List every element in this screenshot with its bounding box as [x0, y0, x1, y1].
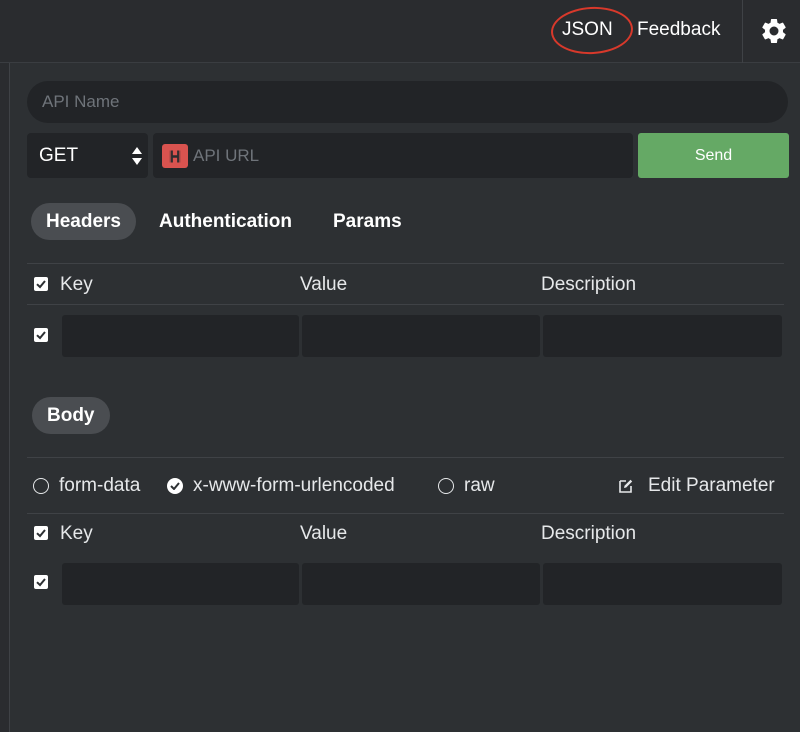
radio-label: raw — [464, 475, 495, 496]
h-badge-icon — [162, 144, 188, 168]
body-description-input[interactable] — [543, 563, 782, 605]
radio-checked-icon — [167, 478, 183, 494]
radio-label: form-data — [59, 475, 141, 496]
radio-raw[interactable]: raw — [438, 474, 495, 498]
body-key-input[interactable] — [62, 563, 299, 605]
left-rail — [0, 63, 10, 732]
radio-label: x-www-form-urlencoded — [193, 475, 395, 496]
header-key-input[interactable] — [62, 315, 299, 357]
header-value-input[interactable] — [302, 315, 540, 357]
api-url-input[interactable] — [193, 133, 623, 178]
url-field[interactable] — [153, 133, 633, 178]
select-all-checkbox[interactable] — [34, 526, 48, 540]
column-value: Value — [300, 523, 348, 544]
header-description-input[interactable] — [543, 315, 782, 357]
radio-unchecked-icon — [438, 478, 454, 494]
select-arrows-icon — [132, 147, 142, 165]
divider — [27, 513, 784, 514]
radio-unchecked-icon — [33, 478, 49, 494]
divider — [27, 304, 784, 305]
feedback-button[interactable]: Feedback — [637, 17, 720, 43]
column-description: Description — [541, 523, 637, 544]
row-checkbox[interactable] — [34, 328, 48, 342]
top-bar: JSON Feedback — [0, 0, 800, 63]
edit-icon — [619, 479, 633, 493]
send-button[interactable]: Send — [638, 133, 789, 178]
select-all-checkbox[interactable] — [34, 277, 48, 291]
json-button[interactable]: JSON — [562, 17, 613, 43]
row-checkbox[interactable] — [34, 575, 48, 589]
column-key: Key — [60, 523, 93, 544]
tab-authentication[interactable]: Authentication — [159, 203, 292, 240]
edit-parameter-button[interactable]: Edit Parameter — [618, 474, 775, 498]
method-value: GET — [39, 145, 79, 166]
radio-form-data[interactable]: form-data — [33, 474, 140, 498]
method-select[interactable]: GET — [27, 133, 148, 178]
body-value-input[interactable] — [302, 563, 540, 605]
edit-parameter-label: Edit Parameter — [648, 475, 775, 496]
column-key: Key — [60, 274, 93, 295]
tab-headers[interactable]: Headers — [31, 203, 136, 240]
gear-icon[interactable] — [759, 16, 789, 46]
column-description: Description — [541, 274, 637, 295]
column-value: Value — [300, 274, 348, 295]
topbar-divider — [742, 0, 743, 63]
radio-x-www-form-urlencoded[interactable]: x-www-form-urlencoded — [167, 474, 395, 498]
tab-params[interactable]: Params — [333, 203, 402, 240]
divider — [27, 457, 784, 458]
api-name-input[interactable] — [27, 81, 788, 123]
divider — [27, 263, 784, 264]
tab-body[interactable]: Body — [32, 397, 110, 434]
